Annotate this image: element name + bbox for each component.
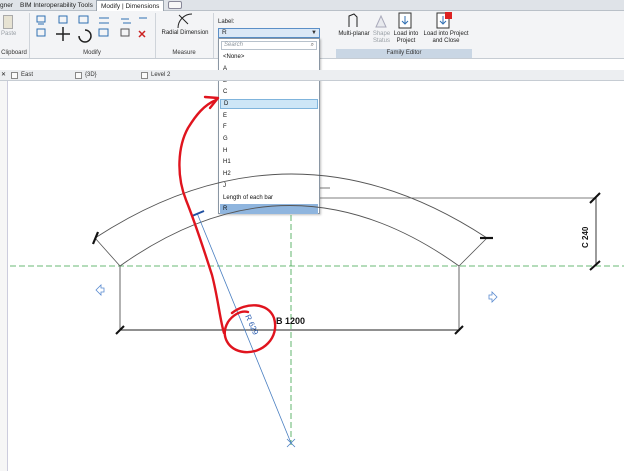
ribbon-tab-bar: gner BIM Interoperability Tools Modify |… bbox=[0, 0, 624, 11]
view-tab-east[interactable]: East bbox=[10, 71, 33, 80]
label-combo[interactable]: R ▼ bbox=[218, 28, 320, 38]
tab-bim-interoperability[interactable]: BIM Interoperability Tools bbox=[20, 0, 93, 11]
clipboard-panel-label: Clipboard bbox=[1, 50, 27, 56]
measure-panel-label: Measure bbox=[172, 50, 196, 56]
radial-dimension-icon[interactable] bbox=[176, 12, 194, 30]
flip-arrow-right-icon[interactable] bbox=[488, 291, 498, 303]
bar-tick-left bbox=[91, 231, 100, 245]
view-tab-level-2[interactable]: Level 2 bbox=[140, 71, 170, 80]
load-into-project-button[interactable]: Load into Project bbox=[391, 31, 421, 45]
tab-overflow-dropdown[interactable] bbox=[168, 1, 182, 9]
load-into-project-close-icon[interactable] bbox=[435, 12, 453, 30]
floor-plan-icon bbox=[141, 72, 148, 79]
family-editor-panel-label: Family Editor bbox=[336, 49, 472, 58]
dimension-c-text[interactable]: C 240 bbox=[581, 226, 590, 248]
modify-tools-icons bbox=[36, 15, 147, 43]
close-icon[interactable]: ✕ bbox=[1, 71, 6, 78]
dimension-b-text[interactable]: B 1200 bbox=[276, 316, 305, 326]
radius-dimension-line bbox=[196, 212, 292, 444]
view-tab-bar: ✕ East {3D} Level 2 bbox=[0, 70, 624, 81]
label-combo-value: R bbox=[222, 29, 227, 36]
dimension-c-tick-bottom bbox=[589, 260, 601, 271]
bar-inner-arc bbox=[119, 205, 460, 267]
bar-end-left bbox=[94, 237, 121, 267]
view-tab-3d-label: {3D} bbox=[85, 72, 97, 78]
shape-status-icon bbox=[375, 14, 387, 28]
tab-modify-dimensions[interactable]: Modify | Dimensions bbox=[96, 0, 165, 11]
separator bbox=[213, 13, 214, 58]
view-tab-3d[interactable]: {3D} bbox=[74, 71, 97, 80]
load-into-project-icon[interactable] bbox=[397, 12, 413, 30]
chevron-down-icon[interactable]: ▼ bbox=[311, 29, 317, 37]
tab-designer[interactable]: gner bbox=[0, 0, 13, 11]
view-tab-east-label: East bbox=[21, 72, 34, 78]
paste-label: Paste bbox=[1, 31, 17, 37]
multi-planar-icon[interactable] bbox=[346, 13, 360, 29]
3d-view-icon bbox=[75, 72, 82, 79]
radial-dimension-button[interactable]: Radial Dimension bbox=[158, 30, 212, 37]
view-tab-level-2-label: Level 2 bbox=[151, 72, 171, 78]
flip-arrow-left-icon[interactable] bbox=[95, 284, 105, 296]
shape-status-button: Shape Status bbox=[372, 31, 391, 44]
elevation-view-icon bbox=[11, 72, 18, 79]
paste-icon[interactable] bbox=[3, 15, 13, 29]
label-title: Label: bbox=[218, 19, 235, 25]
drawing-canvas[interactable]: B 1200 C 240 R 629 bbox=[8, 81, 624, 471]
search-input[interactable]: Search ⌕ bbox=[221, 41, 317, 50]
left-toolbar bbox=[0, 81, 8, 471]
dropdown-item-none[interactable]: <None> bbox=[220, 52, 318, 62]
search-icon: ⌕ bbox=[310, 42, 314, 48]
bar-end-right bbox=[458, 237, 488, 267]
search-placeholder: Search bbox=[224, 42, 244, 48]
modify-panel-label: Modify bbox=[83, 50, 101, 56]
load-into-project-close-button[interactable]: Load into Project and Close bbox=[420, 31, 472, 45]
multi-planar-button[interactable]: Multi-planar bbox=[335, 31, 373, 38]
